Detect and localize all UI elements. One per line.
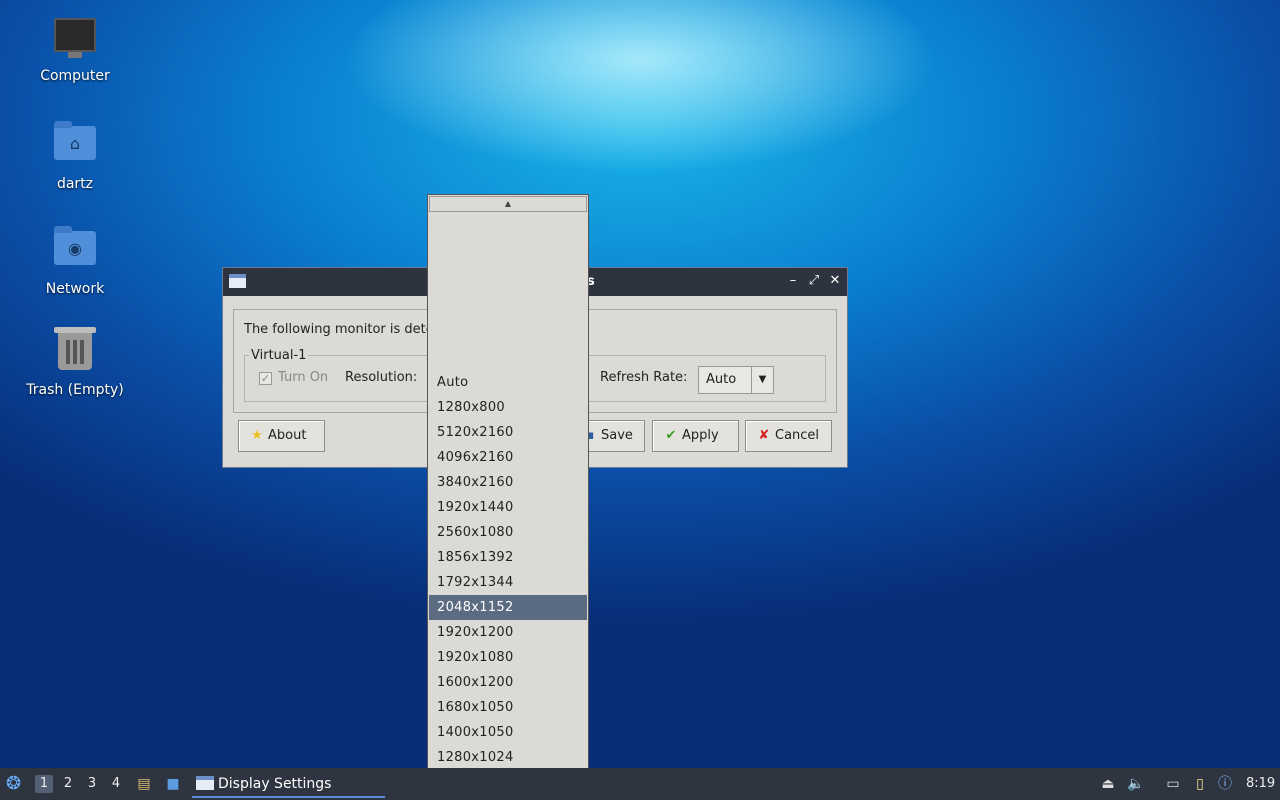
- monitor-name: Virtual-1: [249, 348, 309, 363]
- network-icon[interactable]: ▭: [1164, 775, 1182, 793]
- checkmark-icon: ✔: [665, 428, 677, 443]
- start-menu-icon[interactable]: ❂: [6, 768, 28, 800]
- resolution-option[interactable]: 1920x1440: [429, 495, 587, 520]
- resolution-option[interactable]: 1600x1200: [429, 670, 587, 695]
- workspace-1[interactable]: 1: [35, 775, 53, 793]
- turn-on-checkbox[interactable]: ✓: [259, 372, 272, 385]
- resolution-option[interactable]: 1920x1200: [429, 620, 587, 645]
- refresh-rate-value: Auto: [706, 372, 737, 387]
- refresh-rate-label: Refresh Rate:: [600, 370, 688, 385]
- resolution-option[interactable]: 2560x1080: [429, 520, 587, 545]
- desktop-icon-label: Computer: [40, 68, 110, 84]
- taskbar: ❂ 1 2 3 4 ▤ ■ Display Settings ⏏ 🔈 ▭ ▯ ⓘ…: [0, 768, 1280, 800]
- resolution-option[interactable]: 1856x1392: [429, 545, 587, 570]
- resolution-option-selected[interactable]: 2048x1152: [429, 595, 587, 620]
- maximize-icon[interactable]: ⤢: [806, 273, 822, 289]
- refresh-rate-select[interactable]: Auto ▼: [698, 366, 774, 394]
- resolution-option[interactable]: 1280x1024: [429, 745, 587, 770]
- taskbar-task-display-settings[interactable]: Display Settings: [192, 770, 385, 798]
- workspace-3[interactable]: 3: [83, 775, 101, 793]
- resolution-option[interactable]: 1280x800: [429, 395, 587, 420]
- resolution-option[interactable]: 1792x1344: [429, 570, 587, 595]
- resolution-dropdown-list[interactable]: ▲ Auto 1280x800 5120x2160 4096x2160 3840…: [427, 194, 589, 799]
- resolution-option[interactable]: 5120x2160: [429, 420, 587, 445]
- resolution-option[interactable]: 1400x1050: [429, 720, 587, 745]
- desktop-icon-label: Trash (Empty): [26, 382, 124, 398]
- desktop-icon-label: dartz: [56, 176, 94, 192]
- volume-icon[interactable]: 🔈: [1127, 775, 1145, 793]
- turn-on-label: Turn On: [278, 370, 329, 385]
- resolution-label: Resolution:: [345, 370, 418, 385]
- network-folder-icon: ◉: [53, 226, 97, 275]
- apply-button[interactable]: ✔ Apply: [652, 420, 739, 452]
- resolution-option[interactable]: 3840x2160: [429, 470, 587, 495]
- minimize-icon[interactable]: –: [785, 273, 801, 289]
- clipboard-icon[interactable]: ▯: [1191, 775, 1209, 793]
- star-icon: ★: [251, 428, 263, 443]
- resolution-option[interactable]: 1680x1050: [429, 695, 587, 720]
- desktop-icon-label: Network: [45, 281, 105, 297]
- desktop-icon-network[interactable]: ◉ Network: [15, 225, 135, 297]
- workspace-4[interactable]: 4: [107, 775, 125, 793]
- desktop-icon-computer[interactable]: Computer: [15, 14, 135, 84]
- workspace-2[interactable]: 2: [59, 775, 77, 793]
- desktop-icon-home[interactable]: ⌂ dartz: [15, 120, 135, 192]
- close-icon[interactable]: ✕: [827, 273, 843, 289]
- scroll-up-arrow-icon[interactable]: ▲: [429, 196, 587, 212]
- trash-icon: [53, 327, 97, 376]
- notification-icon[interactable]: ⓘ: [1216, 775, 1234, 793]
- home-folder-icon: ⌂: [53, 121, 97, 170]
- resolution-option[interactable]: 4096x2160: [429, 445, 587, 470]
- cancel-icon: ✘: [758, 428, 770, 443]
- file-manager-icon[interactable]: ▤: [135, 775, 153, 793]
- eject-icon[interactable]: ⏏: [1099, 775, 1117, 793]
- cancel-button[interactable]: ✘ Cancel: [745, 420, 832, 452]
- computer-icon: [53, 18, 97, 62]
- chevron-down-icon[interactable]: ▼: [751, 367, 773, 393]
- show-desktop-icon[interactable]: ■: [164, 775, 182, 793]
- resolution-option[interactable]: 1920x1080: [429, 645, 587, 670]
- clock[interactable]: 8:19: [1246, 768, 1275, 800]
- desktop-icon-trash[interactable]: Trash (Empty): [15, 327, 135, 398]
- window-icon: [196, 776, 214, 790]
- resolution-option[interactable]: Auto: [429, 370, 587, 395]
- about-button[interactable]: ★ About: [238, 420, 325, 452]
